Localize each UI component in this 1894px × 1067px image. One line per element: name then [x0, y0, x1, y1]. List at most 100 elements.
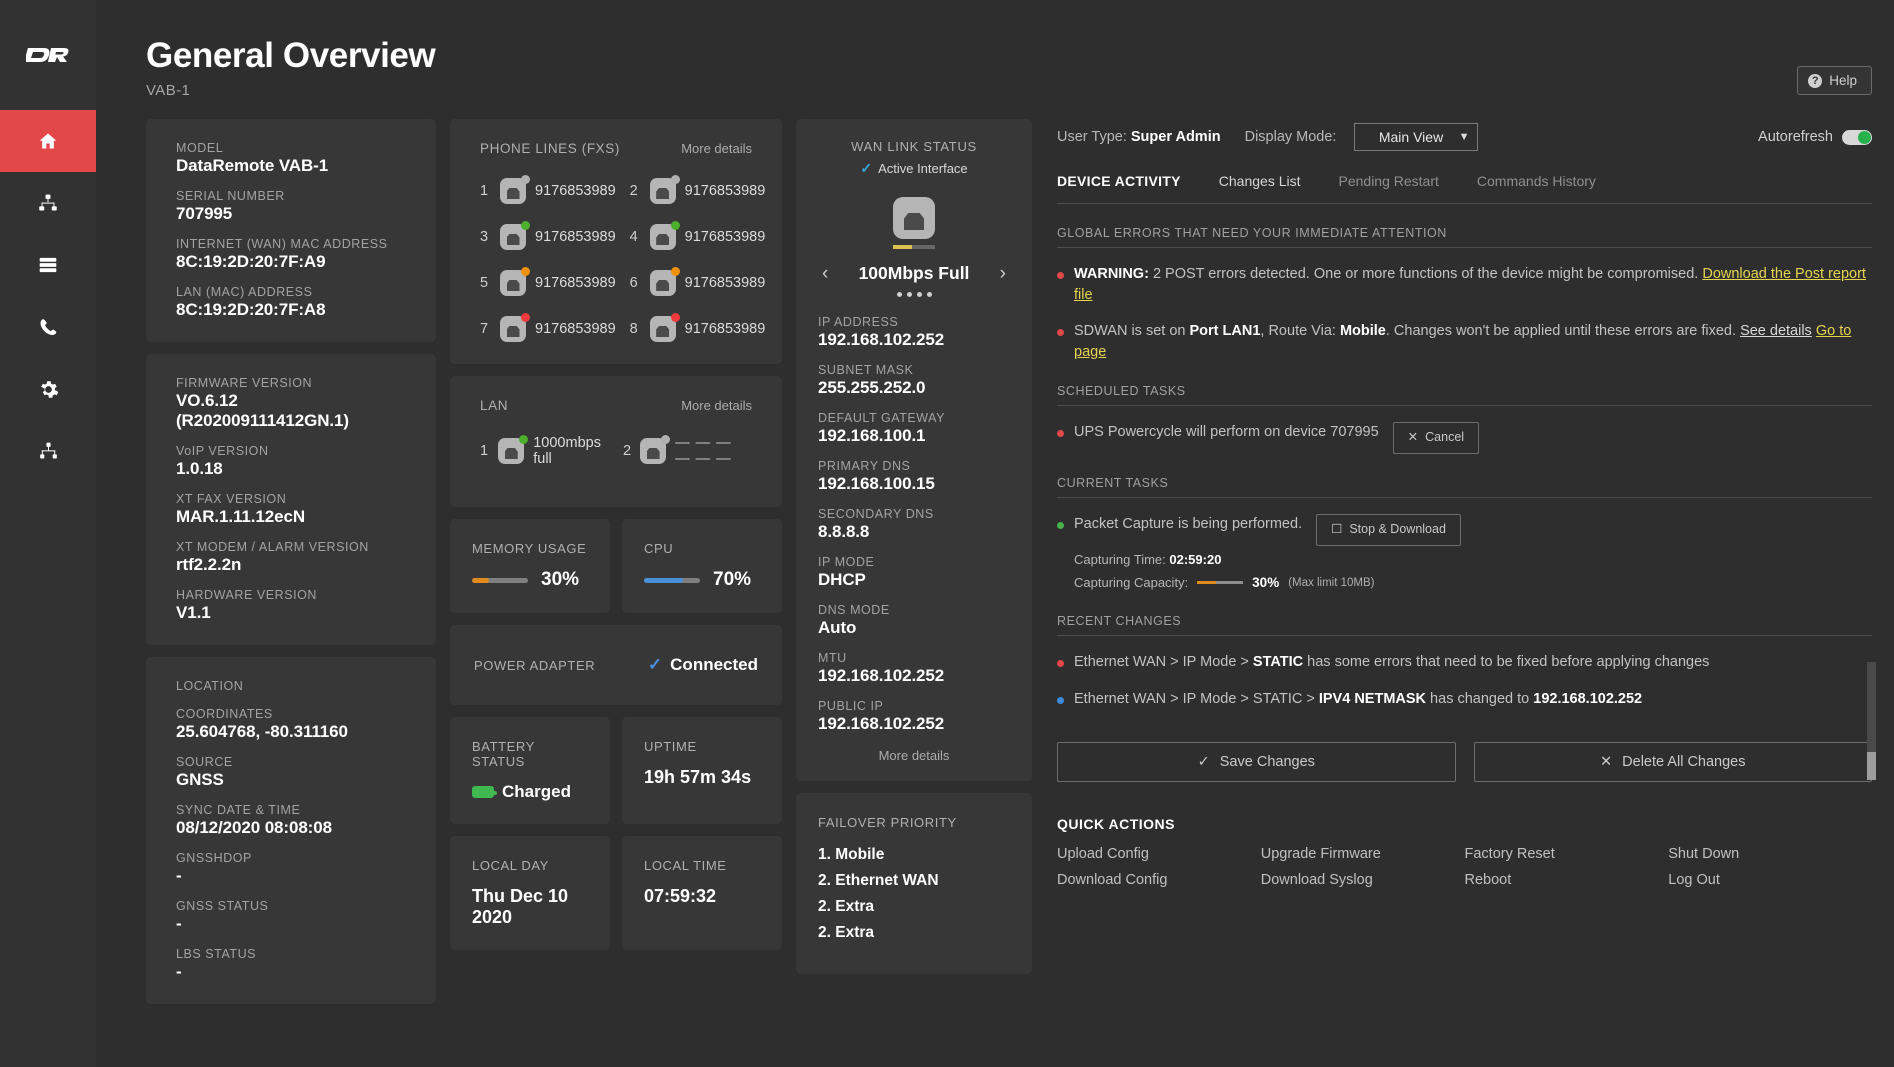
- column-wan: WAN LINK STATUS ✓ Active Interface ‹ 100…: [796, 99, 1032, 1067]
- port-item[interactable]: 79176853989: [480, 316, 616, 342]
- quick-action-upgrade-firmware[interactable]: Upgrade Firmware: [1261, 846, 1465, 862]
- port-item[interactable]: 2 9176853989: [630, 178, 766, 204]
- port-item[interactable]: 69176853989: [630, 270, 766, 296]
- carousel-dot[interactable]: [907, 292, 912, 297]
- user-type-value: Super Admin: [1131, 129, 1221, 145]
- dashboard-content: MODEL DataRemote VAB-1 SERIAL NUMBER 707…: [96, 99, 1894, 1067]
- activity-text: SDWAN is set on Port LAN1, Route Via: Mo…: [1074, 321, 1872, 362]
- current-task-row: Packet Capture is being performed. ☐ Sto…: [1074, 514, 1872, 546]
- current-task-text: Packet Capture is being performed.: [1074, 514, 1302, 535]
- scrollbar[interactable]: [1867, 662, 1876, 780]
- cancel-button[interactable]: ✕ Cancel: [1393, 422, 1479, 454]
- port-item[interactable]: 59176853989: [480, 270, 616, 296]
- network-topology-icon: [37, 193, 59, 213]
- brand-logo: [0, 0, 96, 110]
- quick-action-download-syslog[interactable]: Download Syslog: [1261, 872, 1465, 888]
- wan-field-value: 192.168.102.252: [818, 714, 1010, 734]
- ethernet-port-icon: [650, 270, 676, 296]
- uptime-label: UPTIME: [644, 739, 760, 754]
- sidebar-item-share[interactable]: [0, 420, 96, 482]
- port-label: 9176853989: [535, 183, 616, 199]
- wan-field-label: DEFAULT GATEWAY: [818, 411, 1010, 425]
- sidebar-item-home[interactable]: [0, 110, 96, 172]
- scheduled-task-row: UPS Powercycle will perform on device 70…: [1074, 422, 1872, 454]
- port-item[interactable]: 2— — — — — —: [623, 435, 752, 467]
- port-item[interactable]: 11000mbps full: [480, 435, 609, 467]
- tab-device-activity[interactable]: DEVICE ACTIVITY: [1057, 173, 1181, 189]
- port-item[interactable]: 19176853989: [480, 178, 616, 204]
- phone-lines-grid: 1917685398929176853989391768539894917685…: [480, 178, 752, 342]
- card-device-info: MODEL DataRemote VAB-1 SERIAL NUMBER 707…: [146, 119, 436, 342]
- quick-action-log-out[interactable]: Log Out: [1668, 872, 1872, 888]
- carousel-dot[interactable]: [927, 292, 932, 297]
- battery-uptime-row: BATTERY STATUS Charged UPTIME 19h 57m 34…: [450, 717, 782, 824]
- current-task-body: Packet Capture is being performed. ☐ Sto…: [1074, 514, 1872, 592]
- column-device-info: MODEL DataRemote VAB-1 SERIAL NUMBER 707…: [146, 99, 436, 1067]
- lan-more-details[interactable]: More details: [681, 398, 752, 413]
- cpu-bar: [644, 578, 700, 583]
- quick-action-shut-down[interactable]: Shut Down: [1668, 846, 1872, 862]
- quick-action-download-config[interactable]: Download Config: [1057, 872, 1261, 888]
- link[interactable]: See details: [1740, 323, 1812, 339]
- wan-field-value: 255.255.252.0: [818, 378, 1010, 398]
- card-power-adapter: POWER ADAPTER ✓ Connected: [450, 625, 782, 705]
- port-number: 2: [630, 183, 641, 199]
- phone-lines-title: PHONE LINES (FXS): [480, 141, 620, 156]
- activity-item: Ethernet WAN > IP Mode > STATIC has some…: [1057, 652, 1872, 673]
- wan-field-label: MTU: [818, 651, 1010, 665]
- sidebar-item-phone[interactable]: [0, 296, 96, 358]
- display-mode-select[interactable]: Main View ▼: [1354, 123, 1478, 151]
- failover-item: 2. Extra: [818, 924, 1010, 942]
- carousel-dot[interactable]: [917, 292, 922, 297]
- field-hardware-label: HARDWARE VERSION: [176, 588, 406, 602]
- port-item[interactable]: 49176853989: [630, 224, 766, 250]
- ethernet-port-icon: [498, 438, 524, 464]
- carousel-dot[interactable]: [897, 292, 902, 297]
- phone-lines-more-details[interactable]: More details: [681, 141, 752, 156]
- field-voip-label: VoIP VERSION: [176, 444, 406, 458]
- capturing-capacity: Capturing Capacity: 30% (Max limit 10MB): [1074, 573, 1872, 592]
- port-label: 9176853989: [535, 229, 616, 245]
- divider: [1057, 405, 1872, 406]
- wan-more-details[interactable]: More details: [818, 748, 1010, 763]
- sidebar-item-devices[interactable]: [0, 234, 96, 296]
- memory-bar: [472, 578, 528, 583]
- quick-action-factory-reset[interactable]: Factory Reset: [1465, 846, 1669, 862]
- power-adapter-value: Connected: [670, 655, 758, 675]
- sidebar-item-settings[interactable]: [0, 358, 96, 420]
- tab-changes-list[interactable]: Changes List: [1219, 173, 1301, 189]
- page-title: General Overview: [146, 36, 1894, 76]
- memory-percent: 30%: [541, 569, 579, 591]
- help-button[interactable]: ? Help: [1797, 66, 1872, 95]
- quick-action-reboot[interactable]: Reboot: [1465, 872, 1669, 888]
- display-mode-value: Main View: [1363, 129, 1458, 145]
- capacity-max: (Max limit 10MB): [1288, 575, 1374, 591]
- field-lbsstatus-value: -: [176, 962, 406, 982]
- delete-all-changes-button[interactable]: ✕ Delete All Changes: [1474, 742, 1873, 782]
- emphasis-text: 192.168.102.252: [1533, 691, 1642, 707]
- chevron-left-icon[interactable]: ‹: [818, 264, 832, 283]
- wan-speed: 100Mbps Full: [859, 263, 970, 284]
- quick-action-upload-config[interactable]: Upload Config: [1057, 846, 1261, 862]
- autorefresh-toggle[interactable]: [1842, 130, 1872, 145]
- scheduled-task-text: UPS Powercycle will perform on device 70…: [1074, 422, 1379, 443]
- status-bullet-red: [1057, 430, 1064, 437]
- wan-field-value: 192.168.102.252: [818, 330, 1010, 350]
- stop-download-button[interactable]: ☐ Stop & Download: [1316, 514, 1461, 546]
- port-item[interactable]: 39176853989: [480, 224, 616, 250]
- port-label: 9176853989: [685, 183, 766, 199]
- autorefresh-control[interactable]: Autorefresh: [1758, 129, 1872, 145]
- capacity-percent: 30%: [1252, 573, 1279, 592]
- save-changes-button[interactable]: ✓ Save Changes: [1057, 742, 1456, 782]
- port-label: — — — — — —: [675, 435, 752, 467]
- ethernet-port-icon: [500, 178, 526, 204]
- sidebar-item-network[interactable]: [0, 172, 96, 234]
- tab-pending-restart[interactable]: Pending Restart: [1339, 173, 1439, 189]
- emphasis-text: Port LAN1: [1190, 323, 1261, 339]
- chevron-right-icon[interactable]: ›: [996, 264, 1010, 283]
- port-number: 5: [480, 275, 491, 291]
- port-item[interactable]: 89176853989: [630, 316, 766, 342]
- tab-commands-history[interactable]: Commands History: [1477, 173, 1596, 189]
- stop-square-icon: ☐: [1331, 521, 1342, 539]
- card-versions: FIRMWARE VERSION VO.6.12 (R202009111412G…: [146, 354, 436, 645]
